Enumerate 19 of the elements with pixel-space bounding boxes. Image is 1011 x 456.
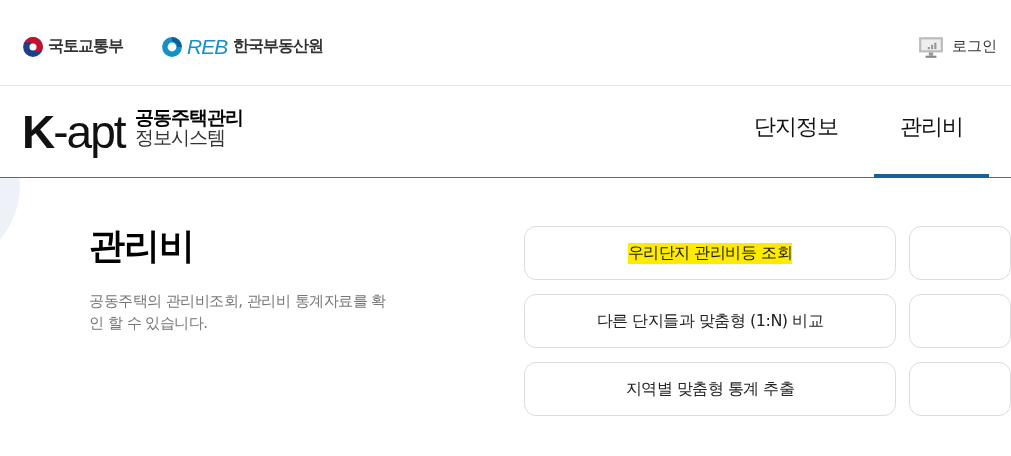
menu-card[interactable] xyxy=(909,362,1011,416)
nav-tab[interactable]: 관리비 xyxy=(874,86,989,178)
logo-subtitle: 정보시스템 xyxy=(134,127,225,148)
menu-card[interactable] xyxy=(909,294,1011,348)
taegeuk-icon xyxy=(22,35,44,58)
menu-card[interactable]: 다른 단지들과 맞춤형 (1:N) 비교 xyxy=(524,294,896,348)
agency-logo-text: REB xyxy=(187,34,228,59)
section-description: 공동주택의 관리비조회, 관리비 통계자료를 확인 할 수 있습니다. xyxy=(89,291,387,334)
section-title: 관리비 xyxy=(89,226,195,266)
logo-title: 공동주택관리 xyxy=(134,107,243,128)
nav-tab[interactable]: 단지정보 xyxy=(742,86,850,178)
swirl-icon xyxy=(161,35,183,58)
menu-card[interactable] xyxy=(909,226,1011,280)
monitor-icon xyxy=(918,35,944,58)
menu-card[interactable]: 우리단지 관리비등 조회 xyxy=(524,226,896,280)
ministry-name: 국토교통부 xyxy=(48,36,123,57)
login-link[interactable]: 로그인 xyxy=(918,35,997,58)
agency-name: 한국부동산원 xyxy=(233,36,324,57)
menu-card[interactable]: 지역별 맞춤형 통계 추출 xyxy=(524,362,896,416)
